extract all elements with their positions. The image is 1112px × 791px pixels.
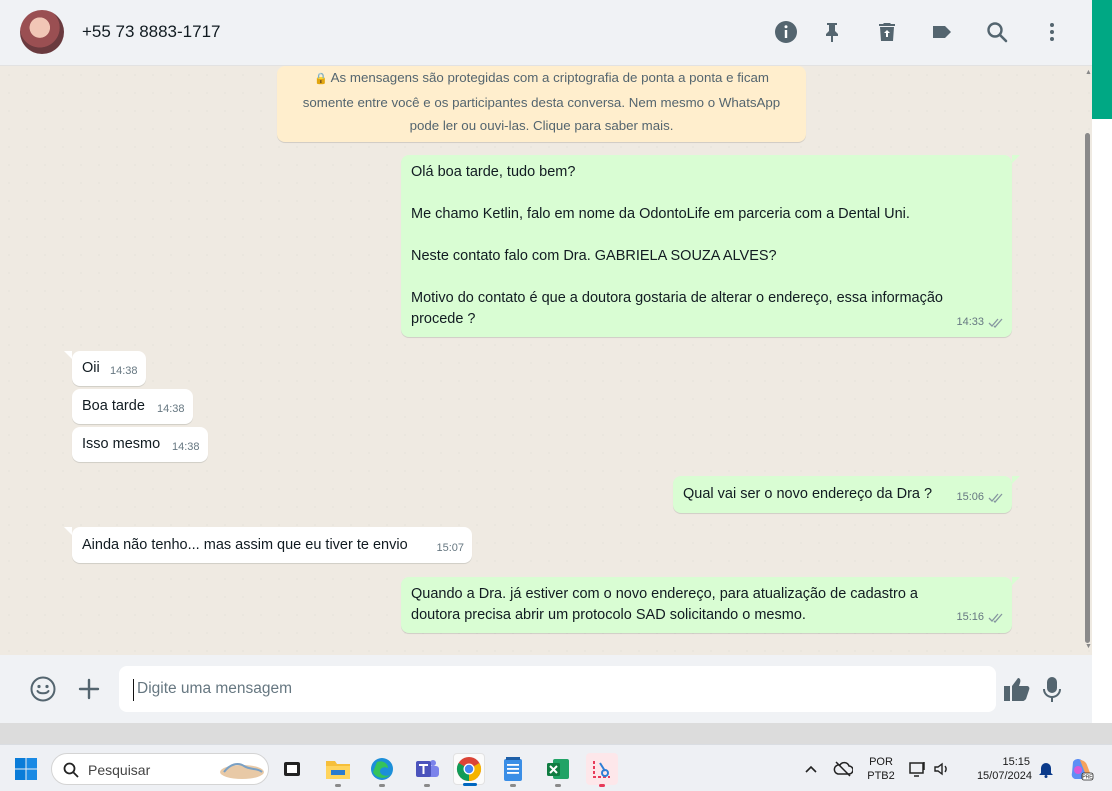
accent-bar bbox=[1092, 0, 1112, 119]
language-code: POR bbox=[869, 756, 893, 768]
message-text: doutora precisa abrir um protocolo SAD s… bbox=[411, 607, 806, 623]
side-panel-edge bbox=[1092, 119, 1112, 744]
message-text: Motivo do contato é que a doutora gostar… bbox=[411, 290, 943, 306]
double-check-icon bbox=[988, 493, 1003, 503]
composer-bar bbox=[0, 655, 1092, 723]
message-time-text: 14:33 bbox=[956, 316, 984, 328]
text-caret bbox=[133, 679, 134, 701]
scrollbar-thumb[interactable] bbox=[1085, 133, 1090, 643]
search-highlight-image bbox=[220, 763, 264, 779]
bubble-tail bbox=[1012, 155, 1020, 163]
copilot-icon[interactable]: PRE bbox=[1066, 753, 1096, 785]
search-icon[interactable] bbox=[985, 20, 1009, 44]
message-time-text: 15:06 bbox=[956, 491, 984, 503]
keyboard-layout: PTB2 bbox=[867, 770, 895, 782]
message-outgoing[interactable]: Qual vai ser o novo endereço da Dra ? 15… bbox=[673, 476, 1020, 513]
emoji-icon[interactable] bbox=[30, 676, 56, 707]
menu-icon[interactable] bbox=[1040, 20, 1064, 44]
excel-icon[interactable] bbox=[542, 753, 574, 787]
message-time-text: 15:16 bbox=[956, 611, 984, 623]
windows-start-icon[interactable] bbox=[10, 753, 42, 785]
message-incoming[interactable]: Ainda não tenho... mas assim que eu tive… bbox=[64, 527, 472, 563]
bubble-tail bbox=[64, 351, 72, 359]
teams-icon[interactable] bbox=[411, 753, 443, 787]
message-text: Oii bbox=[82, 360, 100, 376]
double-check-icon bbox=[988, 613, 1003, 623]
running-indicator bbox=[424, 784, 430, 787]
notepad-icon[interactable] bbox=[497, 753, 529, 787]
windows-taskbar: Pesquisar POR PTB2 15:15 15/07/2024 PRE bbox=[0, 744, 1112, 791]
message-time: 14:38 bbox=[157, 403, 185, 415]
taskbar-search[interactable]: Pesquisar bbox=[51, 753, 269, 785]
thumbs-up-icon[interactable] bbox=[1003, 676, 1031, 707]
message-text: Qual vai ser o novo endereço da Dra ? bbox=[683, 486, 933, 502]
contact-name[interactable]: +55 73 8883-1717 bbox=[82, 22, 221, 42]
network-icon[interactable] bbox=[906, 753, 930, 785]
scroll-up-arrow[interactable]: ▲ bbox=[1085, 69, 1092, 76]
message-time: 14:33 bbox=[956, 312, 1004, 333]
lock-icon: 🔒 bbox=[314, 73, 328, 85]
message-outgoing[interactable]: Quando a Dra. já estiver com o novo ende… bbox=[401, 577, 1020, 633]
running-indicator bbox=[555, 784, 561, 787]
encryption-notice-line2: somente entre você e os participantes de… bbox=[302, 95, 781, 110]
message-input[interactable] bbox=[119, 666, 996, 712]
running-indicator bbox=[335, 784, 341, 787]
task-view-icon[interactable] bbox=[276, 753, 308, 785]
pin-icon[interactable] bbox=[820, 20, 844, 44]
running-indicator bbox=[510, 784, 516, 787]
delete-icon[interactable] bbox=[875, 20, 899, 44]
message-time: 15:07 bbox=[436, 542, 464, 554]
taskbar-search-placeholder: Pesquisar bbox=[88, 762, 151, 778]
message-time: 14:38 bbox=[172, 441, 200, 453]
message-incoming[interactable]: Oii 14:38 bbox=[64, 351, 146, 386]
attach-plus-icon[interactable] bbox=[77, 677, 101, 706]
message-text: Boa tarde bbox=[82, 398, 145, 414]
message-text: Isso mesmo bbox=[82, 436, 161, 452]
message-text: Neste contato falo com Dra. GABRIELA SOU… bbox=[411, 248, 777, 264]
chat-header: +55 73 8883-1717 bbox=[0, 0, 1092, 66]
running-indicator bbox=[379, 784, 385, 787]
double-check-icon bbox=[988, 318, 1003, 328]
clock-time: 15:15 bbox=[1002, 756, 1030, 768]
message-list[interactable]: 🔒 As mensagens são protegidas com a crip… bbox=[0, 66, 1092, 655]
message-text: Me chamo Ketlin, falo em nome da OdontoL… bbox=[411, 206, 910, 222]
encryption-notice[interactable]: 🔒 As mensagens são protegidas com a crip… bbox=[277, 66, 806, 142]
clock[interactable]: 15:15 15/07/2024 bbox=[962, 755, 1032, 783]
notification-bell-icon[interactable] bbox=[1034, 753, 1058, 785]
keyboard-language[interactable]: POR PTB2 bbox=[863, 755, 899, 783]
active-indicator bbox=[463, 783, 477, 786]
clock-date: 15/07/2024 bbox=[976, 770, 1032, 782]
snipping-tool-icon[interactable] bbox=[586, 753, 618, 787]
volume-icon[interactable] bbox=[930, 753, 954, 785]
encryption-notice-line3: pode ler ou ouvi-las. Clique para saber … bbox=[409, 118, 674, 133]
message-text: Olá boa tarde, tudo bem? bbox=[411, 164, 576, 180]
message-time: 15:06 bbox=[956, 487, 1004, 508]
edge-icon[interactable] bbox=[366, 753, 398, 787]
chevron-up-icon[interactable] bbox=[796, 753, 826, 785]
info-icon[interactable] bbox=[774, 20, 798, 44]
search-icon bbox=[63, 762, 79, 778]
file-explorer-icon[interactable] bbox=[322, 753, 354, 787]
bubble-tail bbox=[1012, 577, 1020, 585]
scroll-down-arrow[interactable]: ▼ bbox=[1085, 643, 1092, 650]
chrome-icon[interactable] bbox=[453, 753, 485, 786]
message-incoming[interactable]: Boa tarde 14:38 bbox=[72, 389, 193, 424]
svg-text:PRE: PRE bbox=[1082, 775, 1093, 781]
window-bottom-edge bbox=[0, 723, 1112, 744]
message-time: 15:16 bbox=[956, 607, 1004, 628]
message-time: 14:38 bbox=[110, 365, 138, 377]
running-indicator bbox=[599, 784, 605, 787]
label-icon[interactable] bbox=[930, 20, 954, 44]
message-incoming[interactable]: Isso mesmo 14:38 bbox=[72, 427, 208, 462]
onedrive-offline-icon[interactable] bbox=[828, 753, 858, 785]
microphone-icon[interactable] bbox=[1042, 676, 1062, 709]
bubble-tail bbox=[64, 527, 72, 535]
message-text: Quando a Dra. já estiver com o novo ende… bbox=[411, 586, 918, 602]
contact-avatar[interactable] bbox=[20, 10, 64, 54]
message-text: procede ? bbox=[411, 311, 476, 327]
bubble-tail bbox=[1012, 476, 1020, 484]
encryption-notice-line1: As mensagens são protegidas com a cripto… bbox=[330, 70, 769, 85]
message-outgoing[interactable]: Olá boa tarde, tudo bem? Me chamo Ketlin… bbox=[401, 155, 1020, 337]
message-text: Ainda não tenho... mas assim que eu tive… bbox=[82, 537, 408, 553]
